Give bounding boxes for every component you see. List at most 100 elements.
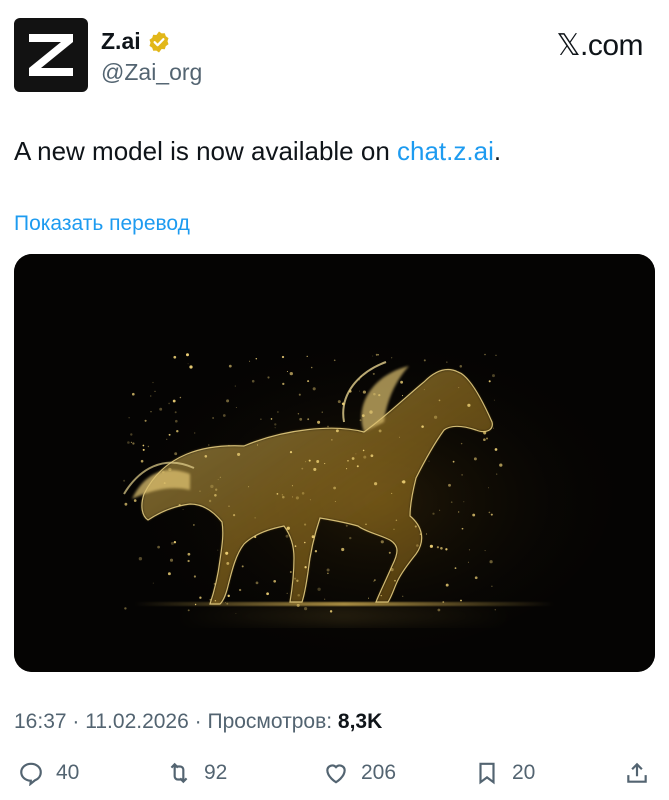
display-name[interactable]: Z.ai (101, 28, 141, 55)
sparkle (483, 438, 486, 442)
share-button[interactable] (624, 760, 650, 786)
sparkle (355, 453, 357, 455)
sparkle (454, 567, 457, 569)
sparkle (433, 415, 438, 419)
sparkle (257, 444, 259, 446)
share-icon (627, 762, 647, 783)
sparkle (208, 444, 210, 446)
sparkle (468, 549, 471, 551)
sparkle (360, 375, 363, 378)
sparkle (437, 608, 441, 612)
sparkle (298, 393, 301, 396)
tweet-time[interactable]: 16:37 (14, 710, 67, 733)
handle[interactable]: @Zai_org (101, 59, 202, 86)
repost-button[interactable]: 92 (166, 760, 227, 786)
tweet-date[interactable]: 11.02.2026 (85, 710, 189, 733)
sparkle (235, 613, 237, 615)
sparkle (194, 432, 196, 434)
sparkle (187, 609, 190, 612)
sparkle (349, 390, 352, 393)
sparkle (174, 411, 177, 414)
sparkle (347, 460, 349, 462)
sparkle (291, 485, 293, 487)
sparkle (168, 467, 172, 472)
sparkle (402, 595, 404, 597)
views-label: Просмотров: (207, 710, 333, 733)
sparkle (304, 541, 306, 544)
bookmark-button[interactable]: 20 (474, 760, 535, 786)
sparkle (307, 380, 310, 383)
sparkle (215, 488, 218, 491)
sparkle (373, 580, 375, 582)
sparkle (274, 423, 277, 426)
sparkle (467, 403, 471, 407)
sparkle (391, 492, 393, 494)
reply-button[interactable]: 40 (18, 760, 79, 786)
sparkle (193, 575, 196, 578)
chat-link[interactable]: chat.z.ai (397, 136, 494, 166)
sparkle (314, 550, 318, 553)
sparkle (232, 513, 236, 517)
sparkle (463, 501, 465, 503)
sparkle (133, 499, 137, 502)
sparkle (228, 505, 230, 507)
sparkle (174, 452, 178, 456)
sparkle (173, 355, 177, 359)
tweet-text-after: . (493, 136, 502, 166)
sparkle (228, 364, 232, 368)
sparkle (235, 406, 237, 408)
sparkle (307, 418, 310, 421)
bookmark-count: 20 (512, 761, 536, 784)
sparkle (329, 610, 333, 613)
sparkle (175, 419, 178, 423)
sparkle (161, 470, 165, 474)
sparkle (222, 414, 226, 417)
sparkle (187, 552, 191, 556)
author-name-row[interactable]: Z.ai (101, 28, 171, 55)
sparkle (390, 567, 394, 572)
sparkle (365, 523, 367, 525)
sparkle (150, 395, 152, 397)
sparkle (213, 582, 216, 585)
sparkle (374, 579, 376, 581)
sparkle (169, 558, 174, 562)
sparkle (286, 370, 288, 373)
sparkle (324, 463, 326, 465)
sparkle (301, 467, 304, 470)
sparkle (166, 438, 168, 440)
sparkle (345, 524, 348, 527)
sparkle (395, 519, 398, 521)
sparkle (210, 484, 214, 489)
sparkle (489, 560, 493, 564)
sparkle (254, 535, 257, 539)
sparkle (337, 400, 341, 404)
tweet-media[interactable] (14, 254, 655, 672)
sparkle (150, 411, 152, 413)
sparkle (295, 496, 299, 500)
sparkle (401, 395, 404, 397)
sparkle (142, 444, 145, 447)
avatar[interactable] (14, 18, 88, 92)
sparkle (461, 527, 464, 530)
reply-icon (20, 762, 42, 786)
like-button[interactable]: 206 (323, 760, 396, 786)
sparkle (372, 355, 374, 357)
x-brand: 𝕏.com (556, 28, 643, 63)
sparkle (331, 439, 333, 441)
tweet-text: A new model is now available on chat.z.a… (14, 136, 501, 167)
sparkle (219, 476, 221, 478)
sparkle (321, 411, 323, 413)
sparkle (296, 579, 299, 582)
sparkle (289, 371, 293, 376)
sparkle (285, 534, 289, 538)
sparkle (358, 390, 360, 392)
sparkle (301, 492, 305, 495)
repost-count: 92 (204, 761, 228, 784)
sparkle (356, 465, 359, 468)
show-translation-link[interactable]: Показать перевод (14, 212, 190, 236)
sparkle (490, 513, 493, 516)
sparkle (260, 418, 262, 420)
golden-horse-image (14, 254, 655, 672)
sparkle (378, 429, 382, 433)
sparkle (199, 490, 201, 493)
